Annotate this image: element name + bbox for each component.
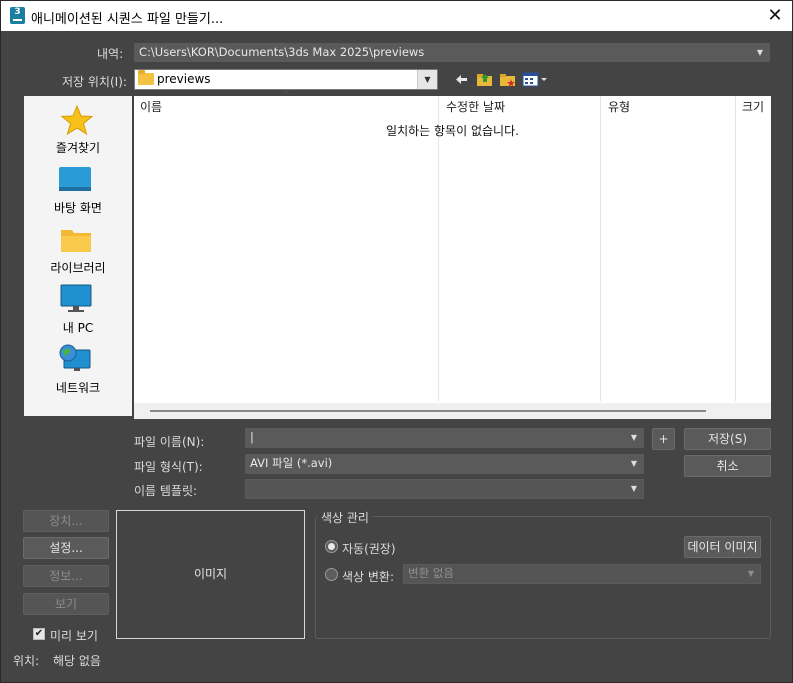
view-menu-icon[interactable]: [522, 71, 548, 88]
save-in-dropdown[interactable]: previews ▼: [134, 69, 438, 90]
app-3dsmax-icon: 3: [10, 7, 25, 24]
filetype-value: AVI 파일 (*.avi): [250, 456, 333, 470]
automatic-radio[interactable]: [325, 540, 338, 553]
places-bar: 즐겨찾기 바탕 화면 라이브러리 내 PC 네트워크: [24, 96, 132, 416]
preview-checkbox[interactable]: ✔: [33, 628, 45, 640]
color-conversion-label: 색상 변환:: [342, 570, 395, 584]
filename-value: |: [250, 430, 254, 444]
save-in-value: previews: [157, 72, 211, 86]
save-in-label: 저장 위치(I):: [62, 75, 127, 89]
back-arrow-icon[interactable]: [453, 71, 471, 88]
column-header-size[interactable]: 크기: [742, 96, 764, 118]
monitor-icon: [60, 284, 92, 312]
chevron-down-icon[interactable]: ▼: [417, 70, 437, 89]
color-conversion-radio[interactable]: [325, 568, 338, 581]
color-conversion-dropdown[interactable]: 변환 없음 ▼: [403, 564, 761, 584]
place-desktop[interactable]: 바탕 화면: [24, 162, 132, 220]
empty-message: 일치하는 항목이 없습니다.: [386, 124, 519, 138]
place-network[interactable]: 네트워크: [24, 342, 132, 400]
filetype-label: 파일 형식(T):: [134, 460, 203, 474]
place-label: 내 PC: [62, 321, 94, 335]
template-dropdown[interactable]: ▼: [245, 479, 644, 499]
setup-button[interactable]: 설정...: [23, 537, 109, 559]
chevron-down-icon: ▼: [630, 459, 637, 468]
template-label: 이름 템플릿:: [134, 484, 198, 498]
scrollbar-thumb[interactable]: [150, 410, 706, 412]
place-this-pc[interactable]: 내 PC: [24, 282, 132, 340]
sort-ascending-icon: ^: [282, 90, 291, 101]
place-favorites[interactable]: 즐겨찾기: [24, 102, 132, 160]
chevron-down-icon: ▼: [630, 484, 637, 493]
column-divider[interactable]: [600, 96, 601, 401]
library-folder-icon: [61, 230, 91, 252]
place-libraries[interactable]: 라이브러리: [24, 222, 132, 280]
chevron-down-icon[interactable]: ▼: [631, 429, 637, 446]
save-button[interactable]: 저장(S): [684, 428, 771, 450]
title-bar: 3 애니메이션된 시퀀스 파일 만들기... ✕: [1, 1, 792, 31]
place-label: 즐겨찾기: [55, 141, 101, 155]
cancel-button[interactable]: 취소: [684, 455, 771, 477]
chevron-down-icon: ▼: [747, 569, 754, 578]
column-divider[interactable]: [735, 96, 736, 401]
column-header-name[interactable]: 이름: [140, 96, 162, 118]
column-header-date[interactable]: 수정한 날짜: [446, 96, 505, 118]
filename-input[interactable]: | ▼: [245, 428, 644, 448]
color-conversion-value: 변환 없음: [408, 566, 454, 580]
place-label: 네트워크: [55, 381, 101, 395]
close-button[interactable]: ✕: [762, 3, 788, 29]
dialog-window: 3 애니메이션된 시퀀스 파일 만들기... ✕ 내역: C:\Users\KO…: [0, 0, 793, 683]
color-management-title: 색상 관리: [318, 509, 372, 526]
column-divider[interactable]: [438, 96, 439, 401]
devices-button[interactable]: 장치...: [23, 510, 109, 532]
place-label: 라이브러리: [50, 261, 106, 275]
history-label: 내역:: [97, 47, 124, 61]
chevron-down-icon: ▼: [756, 48, 763, 57]
folder-icon: [138, 70, 154, 85]
window-title: 애니메이션된 시퀀스 파일 만들기...: [31, 12, 224, 27]
location-value: 해당 없음: [53, 654, 101, 668]
location-label: 위치:: [13, 654, 40, 668]
place-label: 바탕 화면: [54, 201, 102, 215]
filename-label: 파일 이름(N):: [134, 435, 205, 449]
add-button[interactable]: +: [652, 428, 675, 450]
history-value: C:\Users\KOR\Documents\3ds Max 2025\prev…: [139, 45, 425, 59]
new-folder-icon[interactable]: [499, 71, 517, 88]
data-image-button[interactable]: 데이터 이미지: [684, 536, 761, 558]
star-icon: [61, 104, 93, 136]
desktop-icon: [59, 167, 91, 191]
image-preview: 이미지: [116, 510, 305, 639]
column-header-type[interactable]: 유형: [608, 96, 630, 118]
filetype-dropdown[interactable]: AVI 파일 (*.avi) ▼: [245, 454, 644, 474]
history-dropdown[interactable]: C:\Users\KOR\Documents\3ds Max 2025\prev…: [134, 43, 770, 62]
info-button[interactable]: 정보...: [23, 565, 109, 587]
file-list[interactable]: ^ 이름 수정한 날짜 유형 크기 일치하는 항목이 없습니다.: [134, 90, 771, 419]
automatic-label: 자동(권장): [342, 542, 396, 556]
view-button[interactable]: 보기: [23, 593, 109, 615]
up-folder-icon[interactable]: [476, 71, 494, 88]
horizontal-scrollbar[interactable]: [134, 403, 771, 419]
network-globe-icon: [59, 344, 91, 371]
preview-checkbox-label: 미리 보기: [50, 629, 98, 643]
